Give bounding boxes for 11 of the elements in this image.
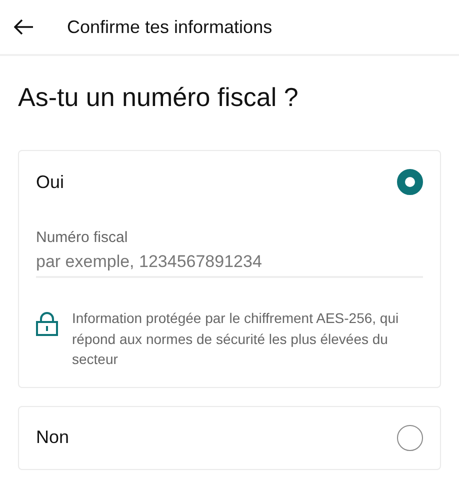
radio-button[interactable] <box>397 169 423 195</box>
radio-button[interactable] <box>397 424 423 450</box>
security-note: Information protégée par le chiffrement AES-256, qui répond aux normes de sécurité les plus élevées du secteur <box>72 309 400 369</box>
header-title: Confirme tes informations <box>67 16 272 38</box>
tax-number-field[interactable]: par exemple, 1234567891234 <box>36 252 423 278</box>
option-label: Non <box>36 427 70 448</box>
option-label: Oui <box>36 172 64 192</box>
question-title: As-tu un numéro fiscal ? <box>18 82 300 113</box>
lock-icon <box>36 312 58 336</box>
back-arrow-icon <box>14 19 34 35</box>
field-label: Numéro fiscal <box>36 229 129 246</box>
